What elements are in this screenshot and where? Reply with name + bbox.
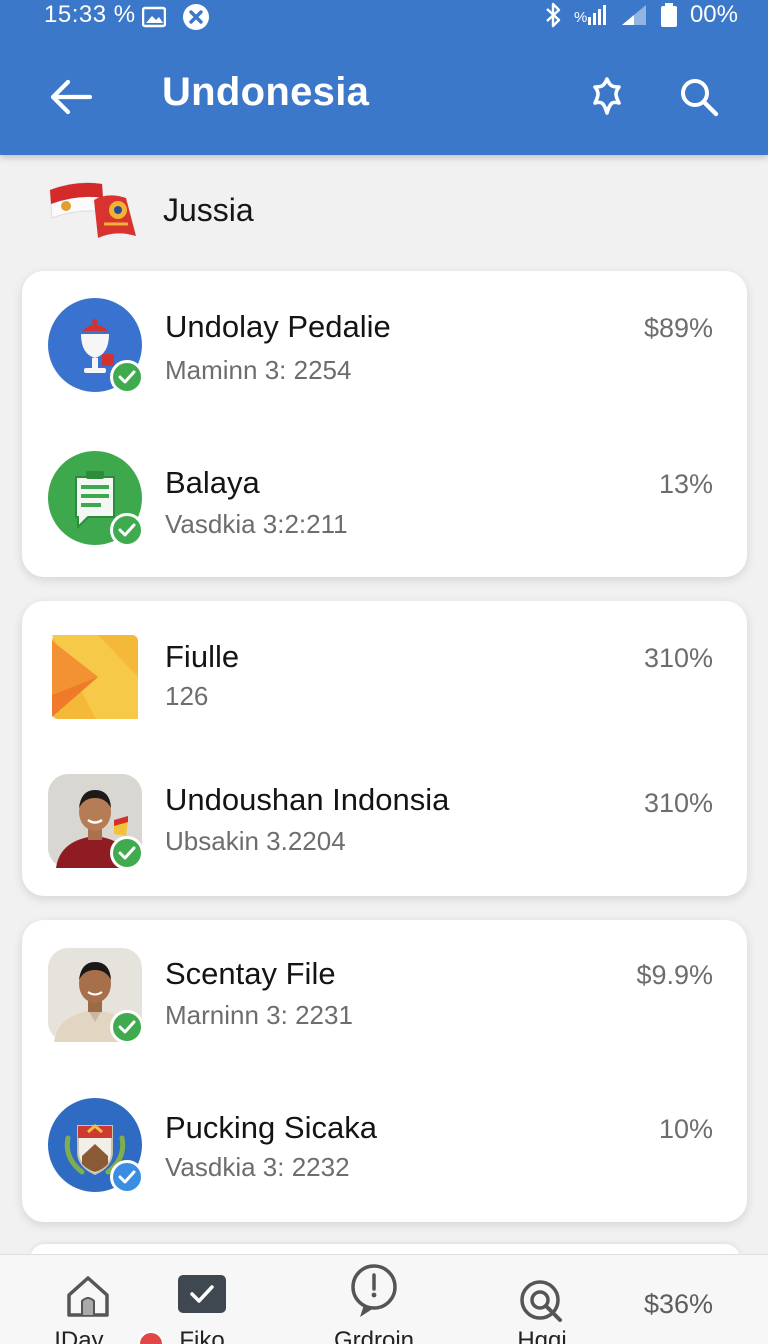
item-percent: $9.9%	[636, 960, 713, 990]
item-percent: $89%	[643, 313, 713, 343]
verified-check-icon	[110, 360, 144, 394]
list-card: Undolay Pedalie Maminn 3: 2254 $89% Bala…	[22, 271, 747, 577]
nav-item-search[interactable]: Hqqi	[482, 1255, 602, 1344]
item-avatar	[48, 1098, 144, 1194]
verified-check-icon	[110, 1010, 144, 1044]
item-percent: 310%	[643, 788, 713, 818]
bluetooth-icon	[544, 2, 562, 28]
page-title: Undonesia	[162, 70, 370, 114]
list-item[interactable]: Pucking Sicaka Vasdkia 3: 2232 10%	[22, 1092, 747, 1232]
list-card: Scentay File Marninn 3: 2231 $9.9% Pucki…	[22, 920, 747, 1222]
item-percent: 10%	[658, 1114, 713, 1144]
battery-percent: 00%	[689, 1, 738, 28]
list-item[interactable]: Balaya Vasdkia 3:2:211 13%	[22, 445, 747, 585]
verified-check-icon	[110, 836, 144, 870]
item-subtitle: Vasdkia 3:2:211	[165, 509, 348, 539]
nav-percent: $36%	[644, 1289, 714, 1319]
nav-item-home[interactable]: IDay...	[28, 1255, 164, 1344]
network-signal-icon: %	[574, 3, 608, 27]
bottom-navigation: IDay... Fiko Grdroin Hqqi $36%	[0, 1254, 768, 1344]
item-title: Undoushan Indonsia	[165, 782, 450, 817]
folder-icon	[52, 635, 138, 719]
star-outline-icon	[593, 77, 621, 115]
signal-strength-icon	[620, 3, 648, 27]
list-item[interactable]: Undolay Pedalie Maminn 3: 2254 $89%	[22, 289, 747, 429]
nav-label: Grdroin	[333, 1327, 415, 1344]
battery-icon	[660, 2, 678, 28]
item-percent: 310%	[643, 643, 713, 673]
image-notification-icon	[142, 6, 166, 28]
app-notification-icon	[182, 3, 210, 31]
item-avatar	[48, 948, 144, 1044]
nav-label: Hqqi	[517, 1327, 567, 1344]
status-bar: 15:33 % % 00%	[0, 0, 768, 32]
item-subtitle: 126	[165, 681, 209, 711]
svg-text:%: %	[574, 9, 587, 26]
search-icon	[681, 79, 719, 117]
app-bar: 15:33 % % 00% Undonesia	[0, 0, 768, 155]
verified-check-icon	[110, 1160, 144, 1194]
list-card: Fiulle 126 310% Undoushan Indonsia Ubsak…	[22, 601, 747, 896]
item-percent: 13%	[658, 469, 713, 499]
item-title: Fiulle	[165, 639, 240, 674]
item-title: Scentay File	[165, 956, 336, 991]
search-circle-icon	[518, 1279, 566, 1330]
flag-image	[46, 176, 140, 242]
list-item[interactable]: Undoushan Indonsia Ubsakin 3.2204 310%	[22, 764, 747, 904]
item-title: Balaya	[165, 465, 260, 500]
list-item[interactable]: Scentay File Marninn 3: 2231 $9.9%	[22, 938, 747, 1078]
item-title: Pucking Sicaka	[165, 1110, 377, 1145]
item-avatar	[48, 451, 144, 547]
list-item[interactable]: Fiulle 126 310%	[22, 619, 747, 759]
favorite-button[interactable]	[582, 72, 632, 122]
item-avatar	[48, 298, 144, 394]
section-header: Jussia	[0, 170, 768, 250]
search-button[interactable]	[674, 72, 724, 122]
item-subtitle: Maminn 3: 2254	[165, 355, 352, 385]
section-label: Jussia	[163, 192, 254, 228]
clock-bubble-icon	[348, 1263, 400, 1324]
item-avatar	[48, 774, 144, 870]
item-subtitle: Marninn 3: 2231	[165, 1000, 353, 1030]
arrow-left-icon	[50, 79, 92, 115]
item-subtitle: Ubsakin 3.2204	[165, 826, 346, 856]
item-title: Undolay Pedalie	[165, 309, 391, 344]
check-square-icon	[176, 1273, 228, 1320]
status-time: 15:33 %	[44, 1, 136, 28]
nav-label: IDay...	[54, 1327, 122, 1344]
item-subtitle: Vasdkia 3: 2232	[165, 1152, 350, 1182]
toolbar: Undonesia	[0, 32, 768, 155]
verified-check-icon	[110, 513, 144, 547]
back-button[interactable]	[46, 72, 96, 122]
nav-label: Fiko	[179, 1327, 225, 1344]
home-icon	[65, 1273, 111, 1324]
nav-item-files[interactable]: Fiko	[142, 1255, 262, 1344]
item-avatar	[48, 633, 142, 727]
nav-item-activity[interactable]: Grdroin	[314, 1255, 434, 1344]
